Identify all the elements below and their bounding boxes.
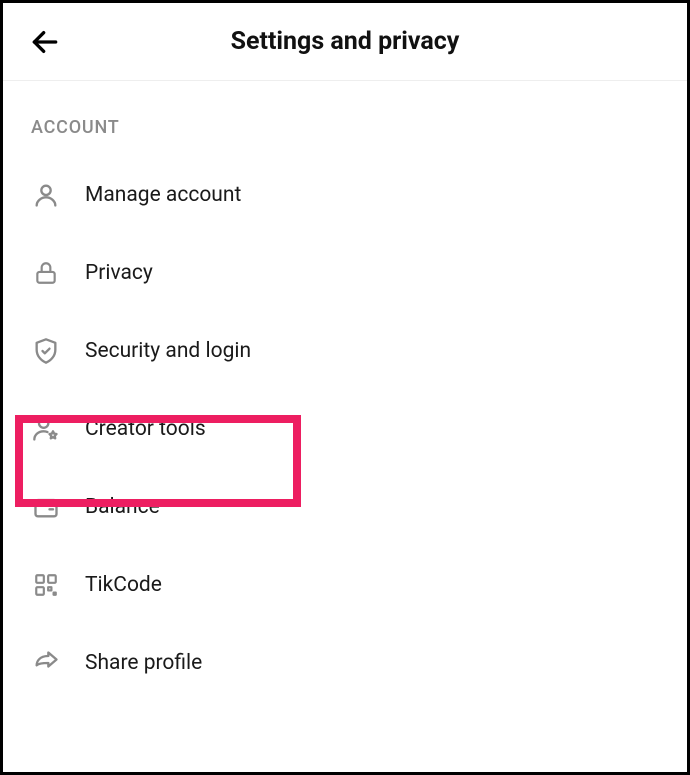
section-header-account: ACCOUNT — [3, 81, 687, 156]
qrcode-icon — [31, 570, 61, 600]
notification-dot-icon — [208, 415, 216, 423]
share-icon — [31, 648, 61, 678]
menu-item-security[interactable]: Security and login — [3, 312, 687, 390]
menu-item-manage-account[interactable]: Manage account — [3, 156, 687, 234]
menu-label: Manage account — [85, 183, 241, 207]
user-icon — [31, 180, 61, 210]
back-arrow-icon — [29, 26, 61, 58]
menu-label: Security and login — [85, 339, 251, 363]
menu-label: Creator tools — [85, 417, 206, 441]
menu-label: Balance — [85, 495, 160, 519]
menu-item-privacy[interactable]: Privacy — [3, 234, 687, 312]
user-star-icon — [31, 414, 61, 444]
shield-icon — [31, 336, 61, 366]
menu-item-balance[interactable]: Balance — [3, 468, 687, 546]
menu-item-creator-tools[interactable]: Creator tools — [3, 390, 687, 468]
menu-label: Share profile — [85, 651, 202, 675]
menu-label: TikCode — [85, 573, 162, 597]
menu-item-tikcode[interactable]: TikCode — [3, 546, 687, 624]
menu-label: Privacy — [85, 261, 153, 285]
menu-item-share-profile[interactable]: Share profile — [3, 624, 687, 702]
back-button[interactable] — [23, 20, 67, 64]
lock-icon — [31, 258, 61, 288]
header: Settings and privacy — [3, 3, 687, 81]
page-title: Settings and privacy — [3, 27, 687, 56]
wallet-icon — [31, 492, 61, 522]
